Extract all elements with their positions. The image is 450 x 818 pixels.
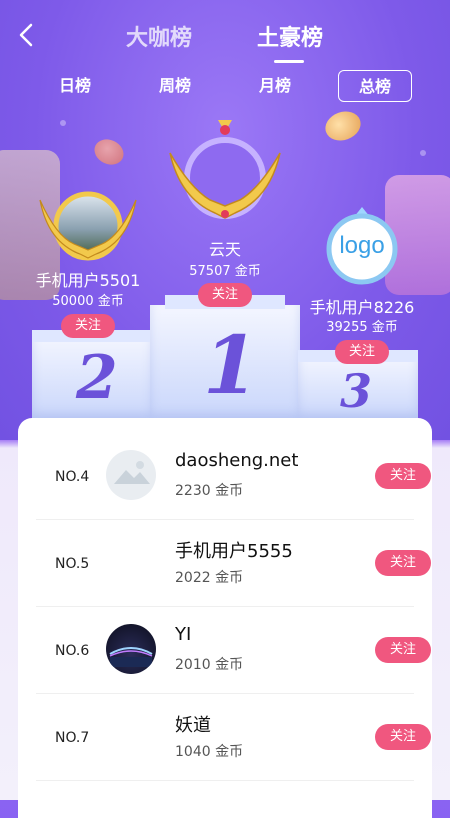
user-coins: 1040 金币 xyxy=(175,744,244,760)
user-name: 手机用户5555 xyxy=(175,541,293,562)
period-tab-monthly[interactable]: 月榜 xyxy=(238,70,312,102)
period-tab-total[interactable]: 总榜 xyxy=(338,70,412,102)
user-name: 妖道 xyxy=(175,715,211,736)
podium-number-2: 2 xyxy=(76,343,118,413)
rank-number: NO.4 xyxy=(55,469,90,485)
first-place-name: 云天 xyxy=(208,240,241,259)
third-place-follow-button[interactable]: 关注 xyxy=(335,340,389,364)
user-name: daosheng.net xyxy=(175,450,299,471)
third-place-avatar-logo-text: logo xyxy=(339,232,385,259)
active-tab-indicator xyxy=(274,60,304,63)
sparkle-dot xyxy=(420,150,426,156)
back-arrow-icon[interactable] xyxy=(14,22,40,48)
period-tab-weekly[interactable]: 周榜 xyxy=(138,70,212,102)
follow-button[interactable]: 关注 xyxy=(375,550,431,576)
follow-button[interactable]: 关注 xyxy=(375,637,431,663)
second-place-follow-button[interactable]: 关注 xyxy=(61,314,115,338)
sparkle-dot xyxy=(60,120,66,126)
rank-number: NO.7 xyxy=(55,730,90,746)
third-place-name: 手机用户8226 xyxy=(309,298,415,317)
third-place-coins: 39255 金币 xyxy=(326,320,398,335)
list-item[interactable]: NO.7 妖道 1040 金币 关注 xyxy=(36,693,431,781)
list-item[interactable]: NO.4 daosheng.net 2230 金币 关注 xyxy=(36,432,431,520)
list-item[interactable]: NO.5 手机用户5555 2022 金币 关注 xyxy=(36,519,431,607)
user-coins: 2010 金币 xyxy=(175,657,244,673)
list-item[interactable]: NO.6 YI 2010 金币 关注 xyxy=(36,606,431,694)
user-coins: 2230 金币 xyxy=(175,483,244,499)
rank-number: NO.5 xyxy=(55,556,90,572)
avatar[interactable] xyxy=(106,450,156,500)
avatar[interactable] xyxy=(106,624,156,674)
crown-frame-second xyxy=(39,191,137,261)
tab-rich-list[interactable]: 土豪榜 xyxy=(257,20,323,52)
rank-number: NO.6 xyxy=(55,643,90,659)
ranking-list-card: NO.4 daosheng.net 2230 金币 关注 NO.5 手机用户55… xyxy=(18,418,432,818)
user-coins: 2022 金币 xyxy=(175,570,244,586)
user-name: YI xyxy=(175,624,192,645)
night-bridge-photo-icon xyxy=(109,647,153,667)
first-place-follow-button[interactable]: 关注 xyxy=(198,283,252,307)
follow-button[interactable]: 关注 xyxy=(375,463,431,489)
crown-frame-first xyxy=(169,120,281,219)
podium-number-3: 3 xyxy=(340,364,373,418)
image-placeholder-icon xyxy=(114,461,150,484)
podium-number-1: 1 xyxy=(203,318,259,412)
period-tab-daily[interactable]: 日榜 xyxy=(38,70,112,102)
second-place-name: 手机用户5501 xyxy=(35,271,141,290)
first-place-coins: 57507 金币 xyxy=(189,264,261,279)
second-place-coins: 50000 金币 xyxy=(52,294,124,309)
follow-button[interactable]: 关注 xyxy=(375,724,431,750)
tab-big-shots[interactable]: 大咖榜 xyxy=(126,20,192,52)
